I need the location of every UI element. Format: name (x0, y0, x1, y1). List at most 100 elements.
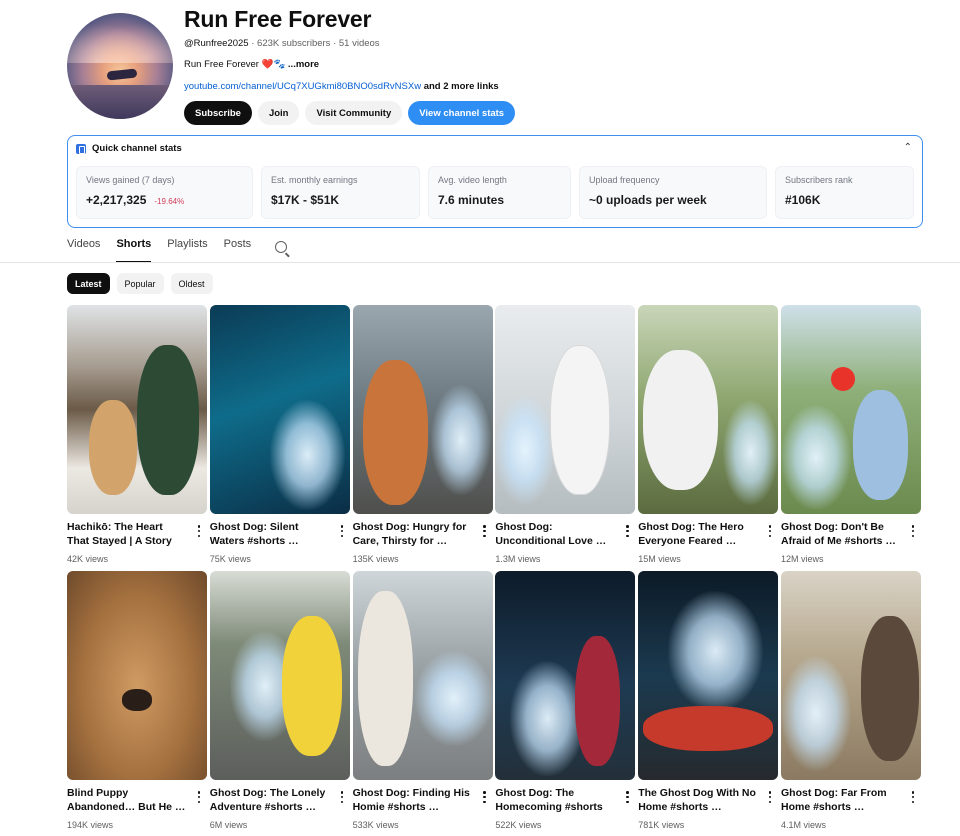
stat-label: Views gained (7 days) (86, 175, 175, 185)
short-title[interactable]: Ghost Dog: Unconditional Love … (495, 520, 615, 548)
short-card[interactable]: Ghost Dog: Unconditional Love … 1.3M vie… (495, 305, 636, 571)
thumb-ghost-dog (430, 385, 491, 495)
more-actions-icon[interactable] (481, 790, 489, 804)
short-thumbnail[interactable] (209, 571, 350, 780)
thumb-ghost-dog (780, 405, 851, 510)
thumb-cyclist (281, 616, 342, 756)
short-title[interactable]: Ghost Dog: Finding His Homie #shorts … (353, 786, 473, 814)
short-thumbnail[interactable] (780, 305, 921, 514)
more-links[interactable]: and 2 more links (424, 81, 499, 92)
more-actions-icon[interactable] (338, 790, 346, 804)
subscribe-button[interactable]: Subscribe (184, 101, 252, 125)
channel-name: Run Free Forever (184, 6, 372, 32)
channel-url-link[interactable]: youtube.com/channel/UCq7XUGkmi80BNO0sdRv… (184, 81, 421, 92)
channel-buttons: Subscribe Join Visit Community View chan… (184, 101, 516, 125)
short-thumbnail[interactable] (638, 571, 779, 780)
avatar-dog-silhouette (106, 68, 138, 81)
short-title[interactable]: Ghost Dog: Far From Home #shorts … (781, 786, 901, 814)
short-card[interactable]: Ghost Dog: The Hero Everyone Feared … 15… (638, 305, 779, 571)
stat-value: $17K - $51K (271, 193, 340, 207)
short-card[interactable]: The Ghost Dog With No Home #shorts … 781… (638, 571, 779, 836)
short-thumbnail[interactable] (780, 571, 921, 780)
more-actions-icon[interactable] (766, 790, 774, 804)
chip-popular[interactable]: Popular (116, 273, 164, 294)
thumb-person (137, 345, 199, 495)
chip-oldest[interactable]: Oldest (170, 273, 213, 294)
more-actions-icon[interactable] (766, 524, 774, 538)
short-card[interactable]: Ghost Dog: The Lonely Adventure #shorts … (209, 571, 350, 836)
stat-views-gained: Views gained (7 days) +2,217,325 -19.64% (76, 166, 253, 219)
short-title[interactable]: Ghost Dog: Silent Waters #shorts … (210, 520, 330, 548)
stat-value-text: +2,217,325 (86, 193, 147, 207)
stat-delta: -19.64% (154, 197, 185, 206)
more-actions-icon[interactable] (338, 524, 346, 538)
more-actions-icon[interactable] (623, 790, 631, 804)
thumb-racer (643, 706, 774, 751)
thumb-ghost-dog (510, 661, 586, 776)
more-actions-icon[interactable] (195, 790, 203, 804)
stat-monthly-earnings: Est. monthly earnings $17K - $51K (261, 166, 420, 219)
short-views: 75K views (209, 554, 251, 564)
short-title[interactable]: The Ghost Dog With No Home #shorts … (638, 786, 758, 814)
short-card[interactable]: Ghost Dog: Finding His Homie #shorts … 5… (352, 571, 493, 836)
short-card[interactable]: Ghost Dog: The Homecoming #shorts … 522K… (495, 571, 636, 836)
thumb-ghost-dog (723, 400, 779, 505)
avatar-clouds (67, 13, 173, 63)
short-card[interactable]: Ghost Dog: Hungry for Care, Thirsty for … (352, 305, 493, 571)
short-thumbnail[interactable] (67, 571, 207, 780)
channel-description[interactable]: Run Free Forever ❤️🐾 ...more (184, 59, 319, 70)
tab-posts[interactable]: Posts (224, 238, 252, 262)
video-count: 51 videos (338, 38, 380, 49)
thumb-ghost-dog (414, 651, 493, 746)
short-views: 533K views (352, 820, 399, 830)
short-thumbnail[interactable] (352, 571, 493, 780)
short-thumbnail[interactable] (495, 571, 636, 780)
more-actions-icon[interactable] (909, 790, 917, 804)
short-views: 12M views (780, 554, 824, 564)
short-title[interactable]: Blind Puppy Abandoned… But He … (67, 786, 187, 814)
thumb-ghost-dog (495, 395, 556, 505)
tab-playlists[interactable]: Playlists (167, 238, 207, 262)
more-link[interactable]: ...more (288, 59, 319, 70)
chevron-up-icon[interactable]: ⌃ (904, 142, 912, 153)
thumb-woman (550, 345, 611, 495)
tab-videos[interactable]: Videos (67, 238, 100, 262)
short-thumbnail[interactable] (209, 305, 350, 514)
more-actions-icon[interactable] (623, 524, 631, 538)
stats-extension-icon (76, 143, 86, 154)
short-thumbnail[interactable] (67, 305, 207, 514)
short-title[interactable]: Ghost Dog: Hungry for Care, Thirsty for … (353, 520, 473, 548)
more-actions-icon[interactable] (909, 524, 917, 538)
search-icon[interactable] (275, 241, 288, 253)
chip-latest[interactable]: Latest (67, 273, 110, 294)
channel-tabs: Videos Shorts Playlists Posts (67, 238, 288, 263)
short-card[interactable]: Hachikō: The Heart That Stayed | A Story… (67, 305, 207, 571)
stat-value: 7.6 minutes (438, 193, 505, 207)
stats-row: Views gained (7 days) +2,217,325 -19.64%… (76, 166, 914, 219)
channel-avatar[interactable] (67, 13, 173, 119)
thumb-dog (89, 400, 137, 495)
subscriber-count: 623K subscribers (257, 38, 331, 49)
short-card[interactable]: Ghost Dog: Far From Home #shorts … 4.1M … (780, 571, 921, 836)
short-title[interactable]: Ghost Dog: The Hero Everyone Feared … (638, 520, 758, 548)
short-title[interactable]: Ghost Dog: Don't Be Afraid of Me #shorts… (781, 520, 901, 548)
stat-label: Upload frequency (589, 175, 660, 185)
short-thumbnail[interactable] (638, 305, 779, 514)
short-title[interactable]: Ghost Dog: The Homecoming #shorts … (495, 786, 615, 814)
short-card[interactable]: Ghost Dog: Silent Waters #shorts … 75K v… (209, 305, 350, 571)
short-card[interactable]: Ghost Dog: Don't Be Afraid of Me #shorts… (780, 305, 921, 571)
more-actions-icon[interactable] (481, 524, 489, 538)
short-thumbnail[interactable] (495, 305, 636, 514)
stat-value: #106K (785, 193, 821, 207)
thumb-old-man (860, 616, 919, 761)
join-button[interactable]: Join (257, 101, 300, 125)
more-actions-icon[interactable] (195, 524, 203, 538)
tab-shorts[interactable]: Shorts (116, 238, 151, 263)
stats-header: Quick channel stats (76, 143, 182, 154)
short-card[interactable]: Blind Puppy Abandoned… But He … 194K vie… (67, 571, 207, 836)
short-title[interactable]: Ghost Dog: The Lonely Adventure #shorts … (210, 786, 330, 814)
view-channel-stats-button[interactable]: View channel stats (408, 101, 516, 125)
short-thumbnail[interactable] (352, 305, 493, 514)
visit-community-button[interactable]: Visit Community (305, 101, 403, 125)
short-title[interactable]: Hachikō: The Heart That Stayed | A Story… (67, 520, 187, 548)
